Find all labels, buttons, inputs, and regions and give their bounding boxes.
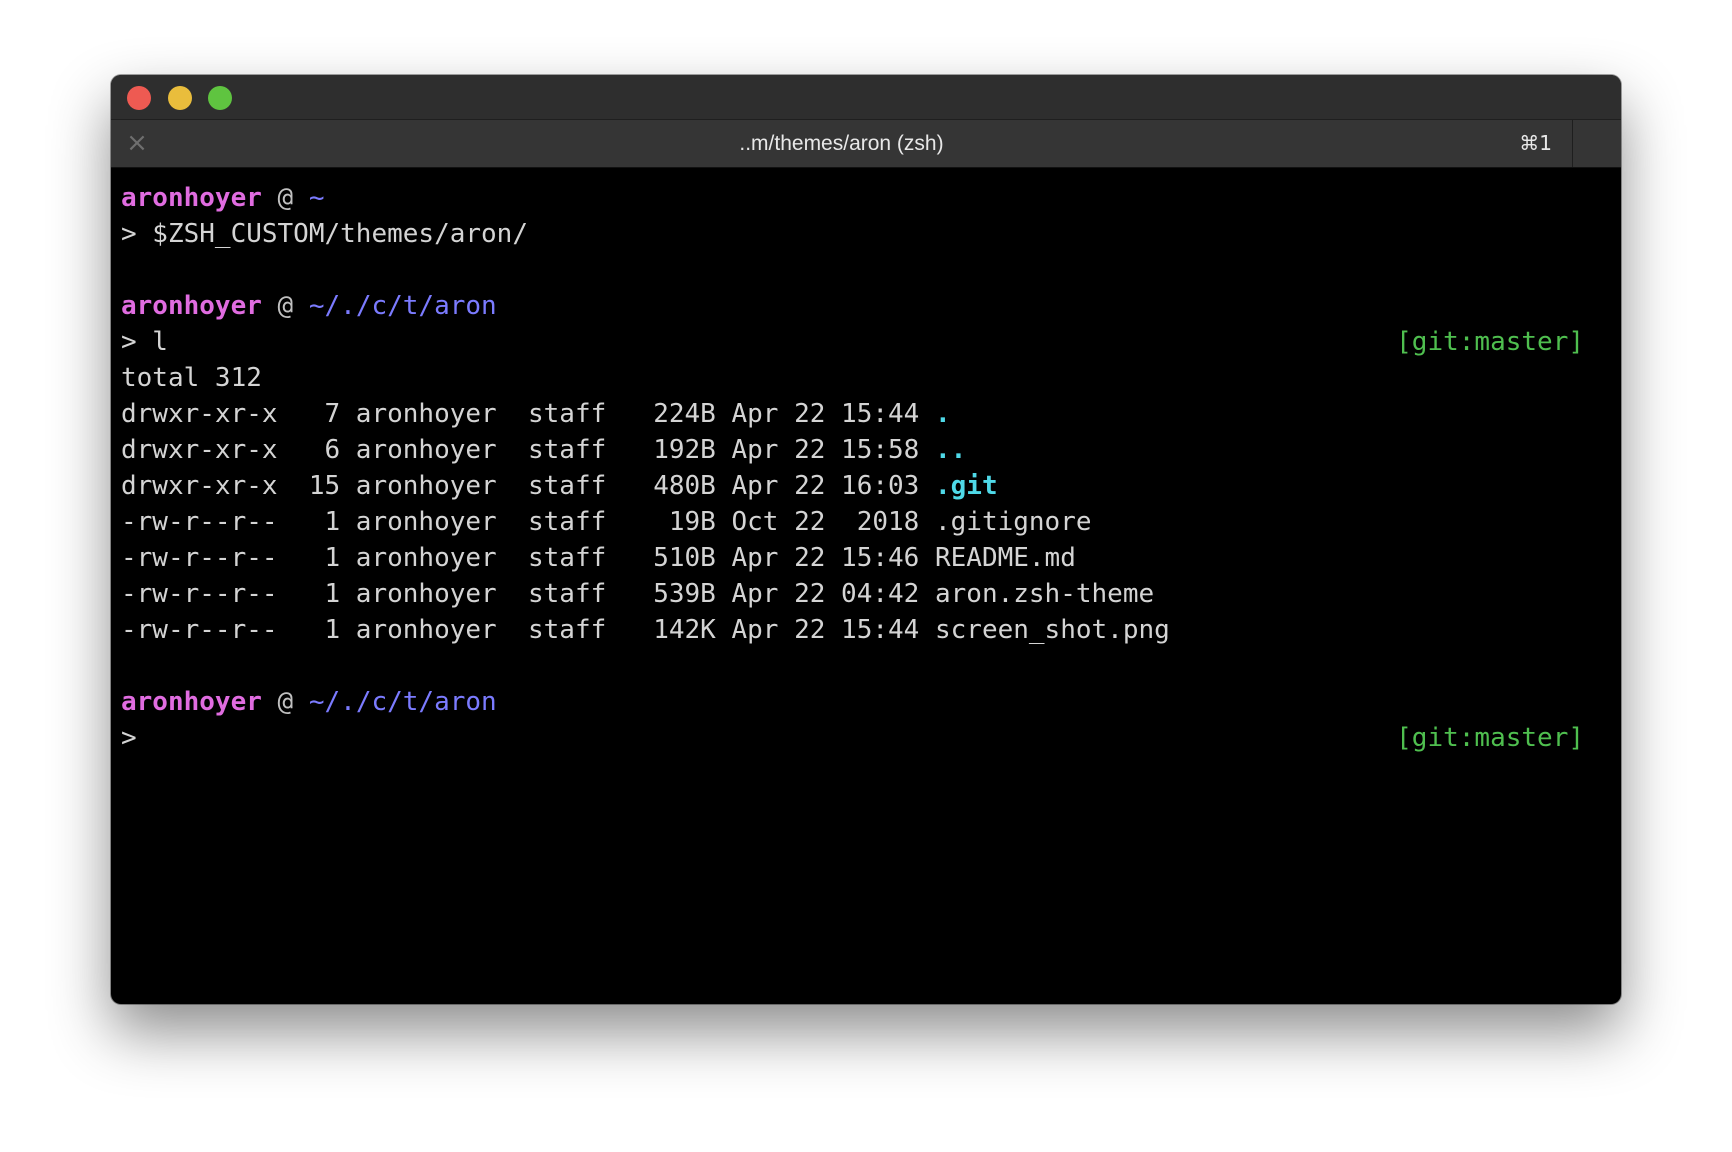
listing-row: -rw-r--r-- 1 aronhoyer staff 19B Oct 22 … [121,504,1611,540]
git-status: [git:master] [1396,723,1584,753]
title-bar[interactable] [111,75,1621,120]
tab-zsh[interactable]: × ..m/themes/aron (zsh) ⌘1 [111,120,1573,167]
listing-meta: drwxr-xr-x 7 aronhoyer staff 224B Apr 22… [121,399,935,429]
terminal-window: × ..m/themes/aron (zsh) ⌘1 aronhoyer @ ~… [111,75,1621,1004]
command-line: > l [git:master] [121,324,1611,360]
command-line[interactable]: > [git:master] [121,720,1611,756]
prompt-at: @ [277,183,294,213]
listing-name: README.md [934,543,1076,573]
listing-meta: -rw-r--r-- 1 aronhoyer staff 19B Oct 22 … [121,507,935,537]
prompt-user: aronhoyer [121,291,262,321]
listing-row: -rw-r--r-- 1 aronhoyer staff 510B Apr 22… [121,540,1611,576]
command-text: > l [121,327,168,357]
prompt-path: ~ [308,183,325,213]
listing-name: screen_shot.png [934,615,1170,645]
command-text: > $ZSH_CUSTOM/themes/aron/ [121,219,528,249]
listing-meta: drwxr-xr-x 15 aronhoyer staff 480B Apr 2… [121,471,935,501]
command-prompt: > [121,723,137,753]
tab-shortcut: ⌘1 [1519,131,1552,155]
listing-meta: drwxr-xr-x 6 aronhoyer staff 192B Apr 22… [121,435,935,465]
listing-meta: -rw-r--r-- 1 aronhoyer staff 539B Apr 22… [121,579,935,609]
prompt-user: aronhoyer [121,687,262,717]
close-window-button[interactable] [127,86,151,110]
prompt-user: aronhoyer [121,183,262,213]
prompt-at: @ [277,687,294,717]
listing-name: . [934,399,951,429]
minimize-window-button[interactable] [168,86,192,110]
command-line: > $ZSH_CUSTOM/themes/aron/ [121,216,1611,252]
terminal-output[interactable]: aronhoyer @ ~ > $ZSH_CUSTOM/themes/aron/… [121,180,1611,756]
listing-row: -rw-r--r-- 1 aronhoyer staff 142K Apr 22… [121,612,1611,648]
listing-meta: -rw-r--r-- 1 aronhoyer staff 142K Apr 22… [121,615,935,645]
listing-total-text: total 312 [121,363,262,393]
zoom-window-button[interactable] [208,86,232,110]
git-status: [git:master] [1396,327,1584,357]
prompt-path: ~/./c/t/aron [308,291,497,321]
prompt-at: @ [277,291,294,321]
listing-row: drwxr-xr-x 15 aronhoyer staff 480B Apr 2… [121,468,1611,504]
listing-name: .. [934,435,967,465]
listing-row: -rw-r--r-- 1 aronhoyer staff 539B Apr 22… [121,576,1611,612]
prompt-path: ~/./c/t/aron [308,687,497,717]
listing-meta: -rw-r--r-- 1 aronhoyer staff 510B Apr 22… [121,543,935,573]
listing-total: total 312 [121,360,1611,396]
tab-title: ..m/themes/aron (zsh) [739,132,944,155]
prompt-line: aronhoyer @ ~ [121,180,1611,216]
listing-name: aron.zsh-theme [934,579,1155,609]
listing-name: .git [934,471,998,501]
tab-bar: × ..m/themes/aron (zsh) ⌘1 [111,120,1621,168]
listing-row: drwxr-xr-x 7 aronhoyer staff 224B Apr 22… [121,396,1611,432]
listing-row: drwxr-xr-x 6 aronhoyer staff 192B Apr 22… [121,432,1611,468]
prompt-line: aronhoyer @ ~/./c/t/aron [121,288,1611,324]
prompt-line: aronhoyer @ ~/./c/t/aron [121,684,1611,720]
listing-name: .gitignore [934,507,1092,537]
